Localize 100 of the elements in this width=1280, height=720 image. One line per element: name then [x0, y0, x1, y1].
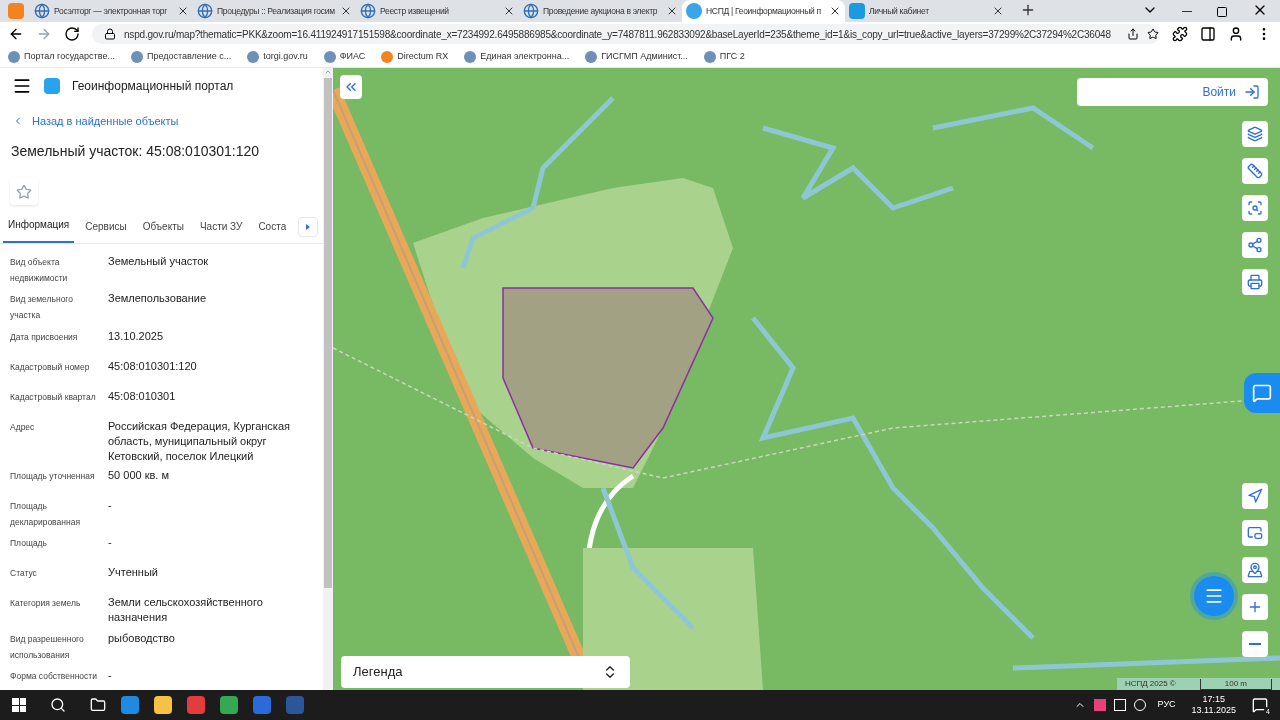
- field-label: Вид объекта недвижимости: [10, 256, 69, 284]
- browser-tab[interactable]: Росэлторг — электронная торг: [30, 0, 193, 22]
- info-tab[interactable]: Объекты: [137, 219, 189, 244]
- bookmark[interactable]: Предоставление с...: [130, 49, 232, 64]
- taskbar-app-icon[interactable]: [220, 696, 238, 714]
- bookmark[interactable]: Directum RX: [381, 49, 449, 64]
- app-icon: [8, 3, 24, 19]
- collapse-panel-button[interactable]: [340, 75, 362, 99]
- pin-search-icon: [1247, 562, 1263, 578]
- field-value: -: [108, 497, 113, 513]
- field-value: 13.10.2025: [108, 328, 165, 344]
- bookmark[interactable]: Единая электронна...: [464, 49, 570, 64]
- info-tab[interactable]: Информация: [3, 217, 75, 244]
- field-value: -: [108, 535, 113, 551]
- minimap-icon: [1247, 525, 1263, 541]
- extensions-icon: [1172, 26, 1188, 42]
- globe-icon: [34, 3, 50, 19]
- triangle-right-icon: [306, 224, 311, 231]
- side-widget-button[interactable]: [1244, 373, 1280, 413]
- bookmark[interactable]: torgi.gov.ru: [247, 49, 308, 64]
- field-value: 50 000 кв. м: [108, 467, 171, 483]
- field-value: Земельный участок: [108, 254, 210, 270]
- field-label: Площадь уточненная: [10, 469, 96, 483]
- chat-icon: [1252, 383, 1272, 403]
- field-label: Кадастровый номер: [10, 360, 91, 374]
- layers-button[interactable]: [1242, 121, 1268, 147]
- side-panel-icon: [1200, 26, 1216, 42]
- bookmark[interactable]: ФИАС: [323, 49, 366, 64]
- taskbar-app-icon[interactable]: [253, 696, 271, 714]
- field-label: Вид разрешенного использования: [10, 632, 85, 660]
- star-icon: [16, 183, 32, 200]
- browser-tab[interactable]: НСПД | Геоинформационный п: [682, 0, 845, 22]
- forward-icon: [36, 26, 52, 42]
- app-icon: [849, 3, 865, 19]
- bookmark[interactable]: Портал государстве...: [8, 49, 115, 64]
- close-icon: [666, 5, 678, 17]
- print-icon: [1247, 274, 1263, 290]
- menu-icon: [1204, 586, 1224, 606]
- object-heading: Земельный участок: 45:08:010301:120: [10, 142, 261, 162]
- bookmark-icon: [8, 50, 20, 63]
- close-icon: [340, 5, 352, 17]
- taskbar-app-icon[interactable]: [154, 696, 172, 714]
- zoom-out-button[interactable]: [1242, 631, 1268, 657]
- back-link[interactable]: Назад в найденные объекты: [0, 112, 323, 130]
- bookmark-icon: [247, 50, 260, 63]
- field-label: Дата присвоения: [10, 330, 79, 344]
- bookmark-icon: [464, 50, 477, 63]
- browser-tab[interactable]: Реестр извещений: [356, 0, 519, 22]
- field-label: Вид земельного участка: [10, 293, 74, 321]
- close-icon: [177, 5, 189, 17]
- back-icon: [8, 26, 24, 42]
- share-button[interactable]: [1242, 232, 1268, 258]
- area-search-button[interactable]: [1242, 195, 1268, 221]
- address-bar[interactable]: nspd.gov.ru/map?thematic=PKK&zoom=16.411924917151598&coordinate_x=7234992.6495886985&coordinate_y=7487811.962833092&baseLayerId=235&theme_id=1&is_copy_url=true&active_layers=37299%2C37294%2C36048: [92, 24, 1160, 44]
- field-value: -: [108, 668, 113, 683]
- field-value: рыбоводство: [108, 630, 176, 646]
- field-value: Земли сельскохозяйственного назначения: [108, 595, 264, 623]
- close-icon: [503, 5, 515, 17]
- locate-button[interactable]: [1242, 483, 1268, 509]
- notifications-icon: [1252, 697, 1268, 713]
- bookmark[interactable]: ГИСГМП Админист...: [585, 49, 688, 64]
- portal-logo-icon: [44, 78, 60, 95]
- print-button[interactable]: [1242, 269, 1268, 295]
- browser-tab[interactable]: Проведение аукциона в электр: [519, 0, 682, 22]
- info-tab[interactable]: Соста: [253, 219, 292, 244]
- globe-icon: [197, 3, 213, 19]
- globe-icon: [360, 3, 376, 19]
- browser-tab[interactable]: Процедуры :: Реализация госим: [193, 0, 356, 22]
- legend-dropdown[interactable]: Легенда: [341, 656, 630, 688]
- taskbar-app-icon[interactable]: [187, 696, 205, 714]
- bookmark[interactable]: ПГС 2: [703, 49, 745, 64]
- profile-icon: [1228, 26, 1244, 42]
- locate-icon: [1247, 488, 1263, 504]
- scroll-tabs-button[interactable]: [298, 217, 319, 238]
- taskbar-app-icon[interactable]: [121, 696, 139, 714]
- ruler-button[interactable]: [1242, 158, 1268, 184]
- login-icon: [1244, 84, 1260, 100]
- bookmark-icon: [703, 50, 716, 63]
- pin-search-button[interactable]: [1242, 557, 1268, 583]
- scroll-up-icon: [324, 68, 332, 76]
- bookmark-icon: [130, 50, 143, 63]
- area-search-icon: [1247, 200, 1263, 216]
- field-label: Статус: [10, 567, 38, 581]
- login-button[interactable]: Войти: [1077, 78, 1268, 106]
- field-value: 45:08:010301: [108, 388, 177, 404]
- zoom-in-button[interactable]: [1242, 594, 1268, 620]
- language-indicator: РУС: [1157, 698, 1176, 712]
- field-label: Кадастровый квартал: [10, 390, 97, 404]
- globe-icon: [523, 3, 539, 19]
- browser-tab[interactable]: Личный кабинет: [845, 0, 1008, 22]
- info-tab[interactable]: Сервисы: [80, 219, 132, 244]
- info-tab[interactable]: Части ЗУ: [194, 219, 248, 244]
- reload-icon: [64, 26, 80, 42]
- field-label: Адрес: [10, 420, 36, 434]
- share-icon: [1247, 237, 1263, 253]
- bookmark-icon: [381, 50, 394, 63]
- bookmark-star-icon: [1146, 28, 1159, 40]
- minimap-button[interactable]: [1242, 520, 1268, 546]
- tray-app-icon: [1093, 699, 1106, 711]
- new-tab-icon: [1020, 2, 1036, 18]
